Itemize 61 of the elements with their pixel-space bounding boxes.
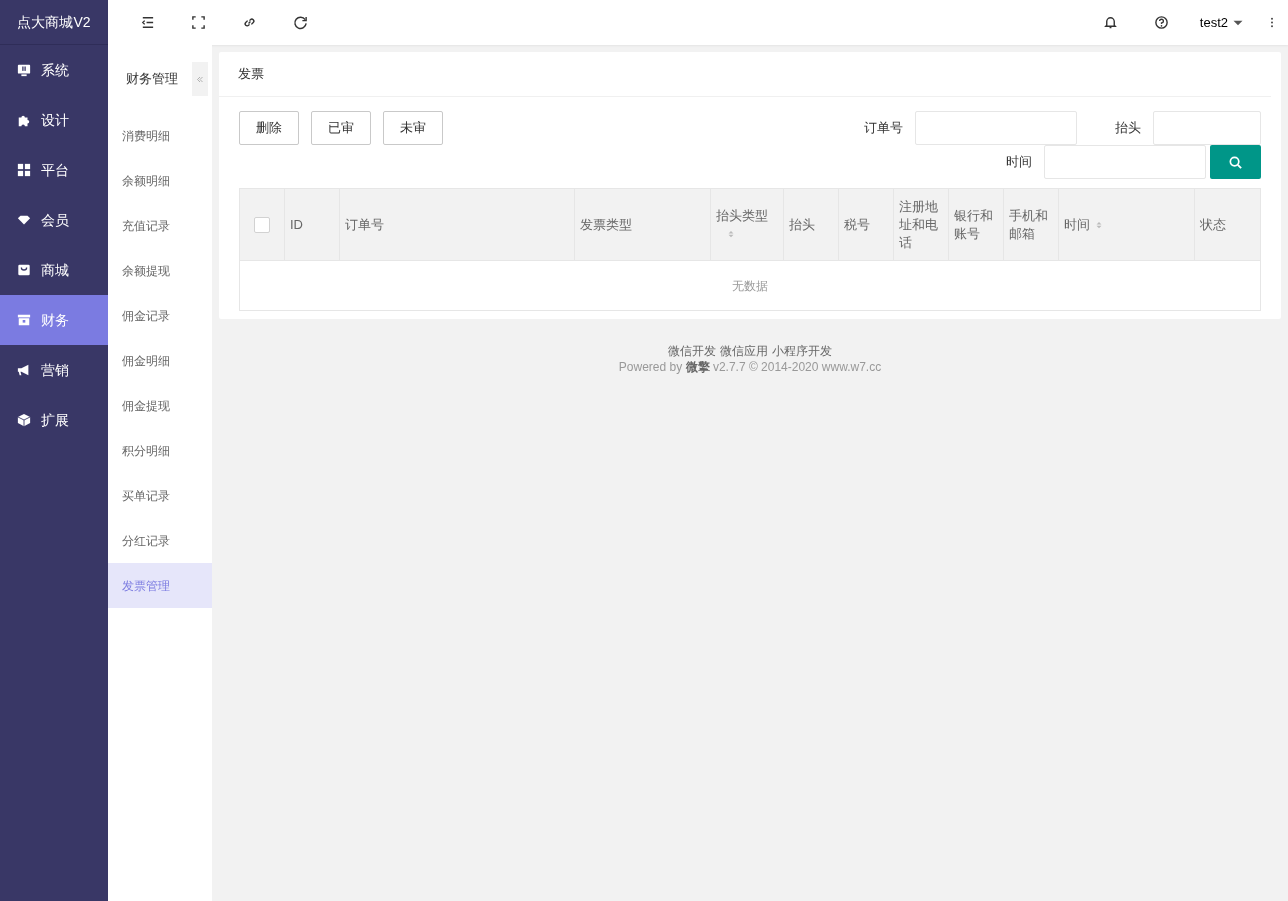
- sort-icon[interactable]: [726, 229, 736, 240]
- card-title: 发票: [238, 65, 264, 84]
- column-header: ID: [284, 188, 340, 261]
- puzzle-icon: [17, 113, 31, 127]
- action-button[interactable]: 已审: [311, 111, 371, 145]
- column-header: 状态: [1194, 188, 1261, 261]
- submenu-item[interactable]: 佣金提现: [108, 383, 212, 428]
- sidebar-item[interactable]: 财务: [0, 295, 108, 345]
- app-logo-text: 点大商城V2: [17, 12, 91, 32]
- filter-input-field[interactable]: [915, 111, 1077, 145]
- search-icon: [1228, 154, 1243, 170]
- filter-label: 订单号: [864, 119, 903, 138]
- column-header: 银行和账号: [948, 188, 1004, 261]
- footer-link[interactable]: 微信应用: [720, 343, 768, 359]
- submenu-item[interactable]: 充值记录: [108, 203, 212, 248]
- column-header: 抬头: [783, 188, 839, 261]
- gem-icon: [17, 213, 31, 227]
- submenu-item[interactable]: 分红记录: [108, 518, 212, 563]
- sidebar-item[interactable]: 系统: [0, 45, 108, 95]
- submenu-item[interactable]: 佣金明细: [108, 338, 212, 383]
- empty-text: 无数据: [239, 260, 1261, 311]
- collapse-sidebar-icon[interactable]: [192, 62, 208, 96]
- sidebar-item[interactable]: 商城: [0, 245, 108, 295]
- submenu-item[interactable]: 余额明细: [108, 158, 212, 203]
- submenu-item[interactable]: 余额提现: [108, 248, 212, 293]
- column-header: 注册地址和电话: [893, 188, 949, 261]
- footer-link[interactable]: 微信开发: [668, 343, 716, 359]
- filter-label: 抬头: [1115, 119, 1141, 138]
- filter-input-field[interactable]: [1153, 111, 1261, 145]
- sort-icon[interactable]: [1094, 220, 1104, 231]
- submenu-item[interactable]: 佣金记录: [108, 293, 212, 338]
- sidebar-item[interactable]: 会员: [0, 195, 108, 245]
- cube-icon: [17, 413, 31, 427]
- powered-by-text: Powered by 微擎 v2.7.7 © 2014-2020 www.w7.cc: [617, 359, 883, 375]
- grid-icon: [17, 163, 31, 177]
- submenu-item[interactable]: 买单记录: [108, 473, 212, 518]
- sidebar-item[interactable]: 营销: [0, 345, 108, 395]
- filter-input-field[interactable]: [1044, 145, 1206, 179]
- sidebar-item[interactable]: 平台: [0, 145, 108, 195]
- submenu-title: 财务管理: [126, 70, 178, 89]
- select-all-checkbox[interactable]: [254, 216, 270, 233]
- footer-link[interactable]: 小程序开发: [772, 343, 832, 359]
- column-header: 税号: [838, 188, 894, 261]
- column-header: 发票类型: [574, 188, 711, 261]
- action-button[interactable]: 删除: [239, 111, 299, 145]
- submenu-item[interactable]: 消费明细: [108, 113, 212, 158]
- wallet-icon: [17, 313, 31, 327]
- column-header: 订单号: [339, 188, 575, 261]
- column-header[interactable]: 抬头类型: [710, 188, 784, 261]
- search-button[interactable]: [1210, 145, 1261, 179]
- filter-label: 时间: [1006, 153, 1032, 172]
- column-header[interactable]: 时间: [1058, 188, 1195, 261]
- submenu-item[interactable]: 积分明细: [108, 428, 212, 473]
- sidebar-item[interactable]: 设计: [0, 95, 108, 145]
- column-header: 手机和邮箱: [1003, 188, 1059, 261]
- user-menu[interactable]: test2: [1199, 9, 1244, 36]
- megaphone-icon: [17, 363, 31, 377]
- shopping-bag-icon: [17, 263, 31, 277]
- sidebar-item[interactable]: 扩展: [0, 395, 108, 445]
- monitor-icon: [17, 63, 31, 77]
- action-button[interactable]: 未审: [383, 111, 443, 145]
